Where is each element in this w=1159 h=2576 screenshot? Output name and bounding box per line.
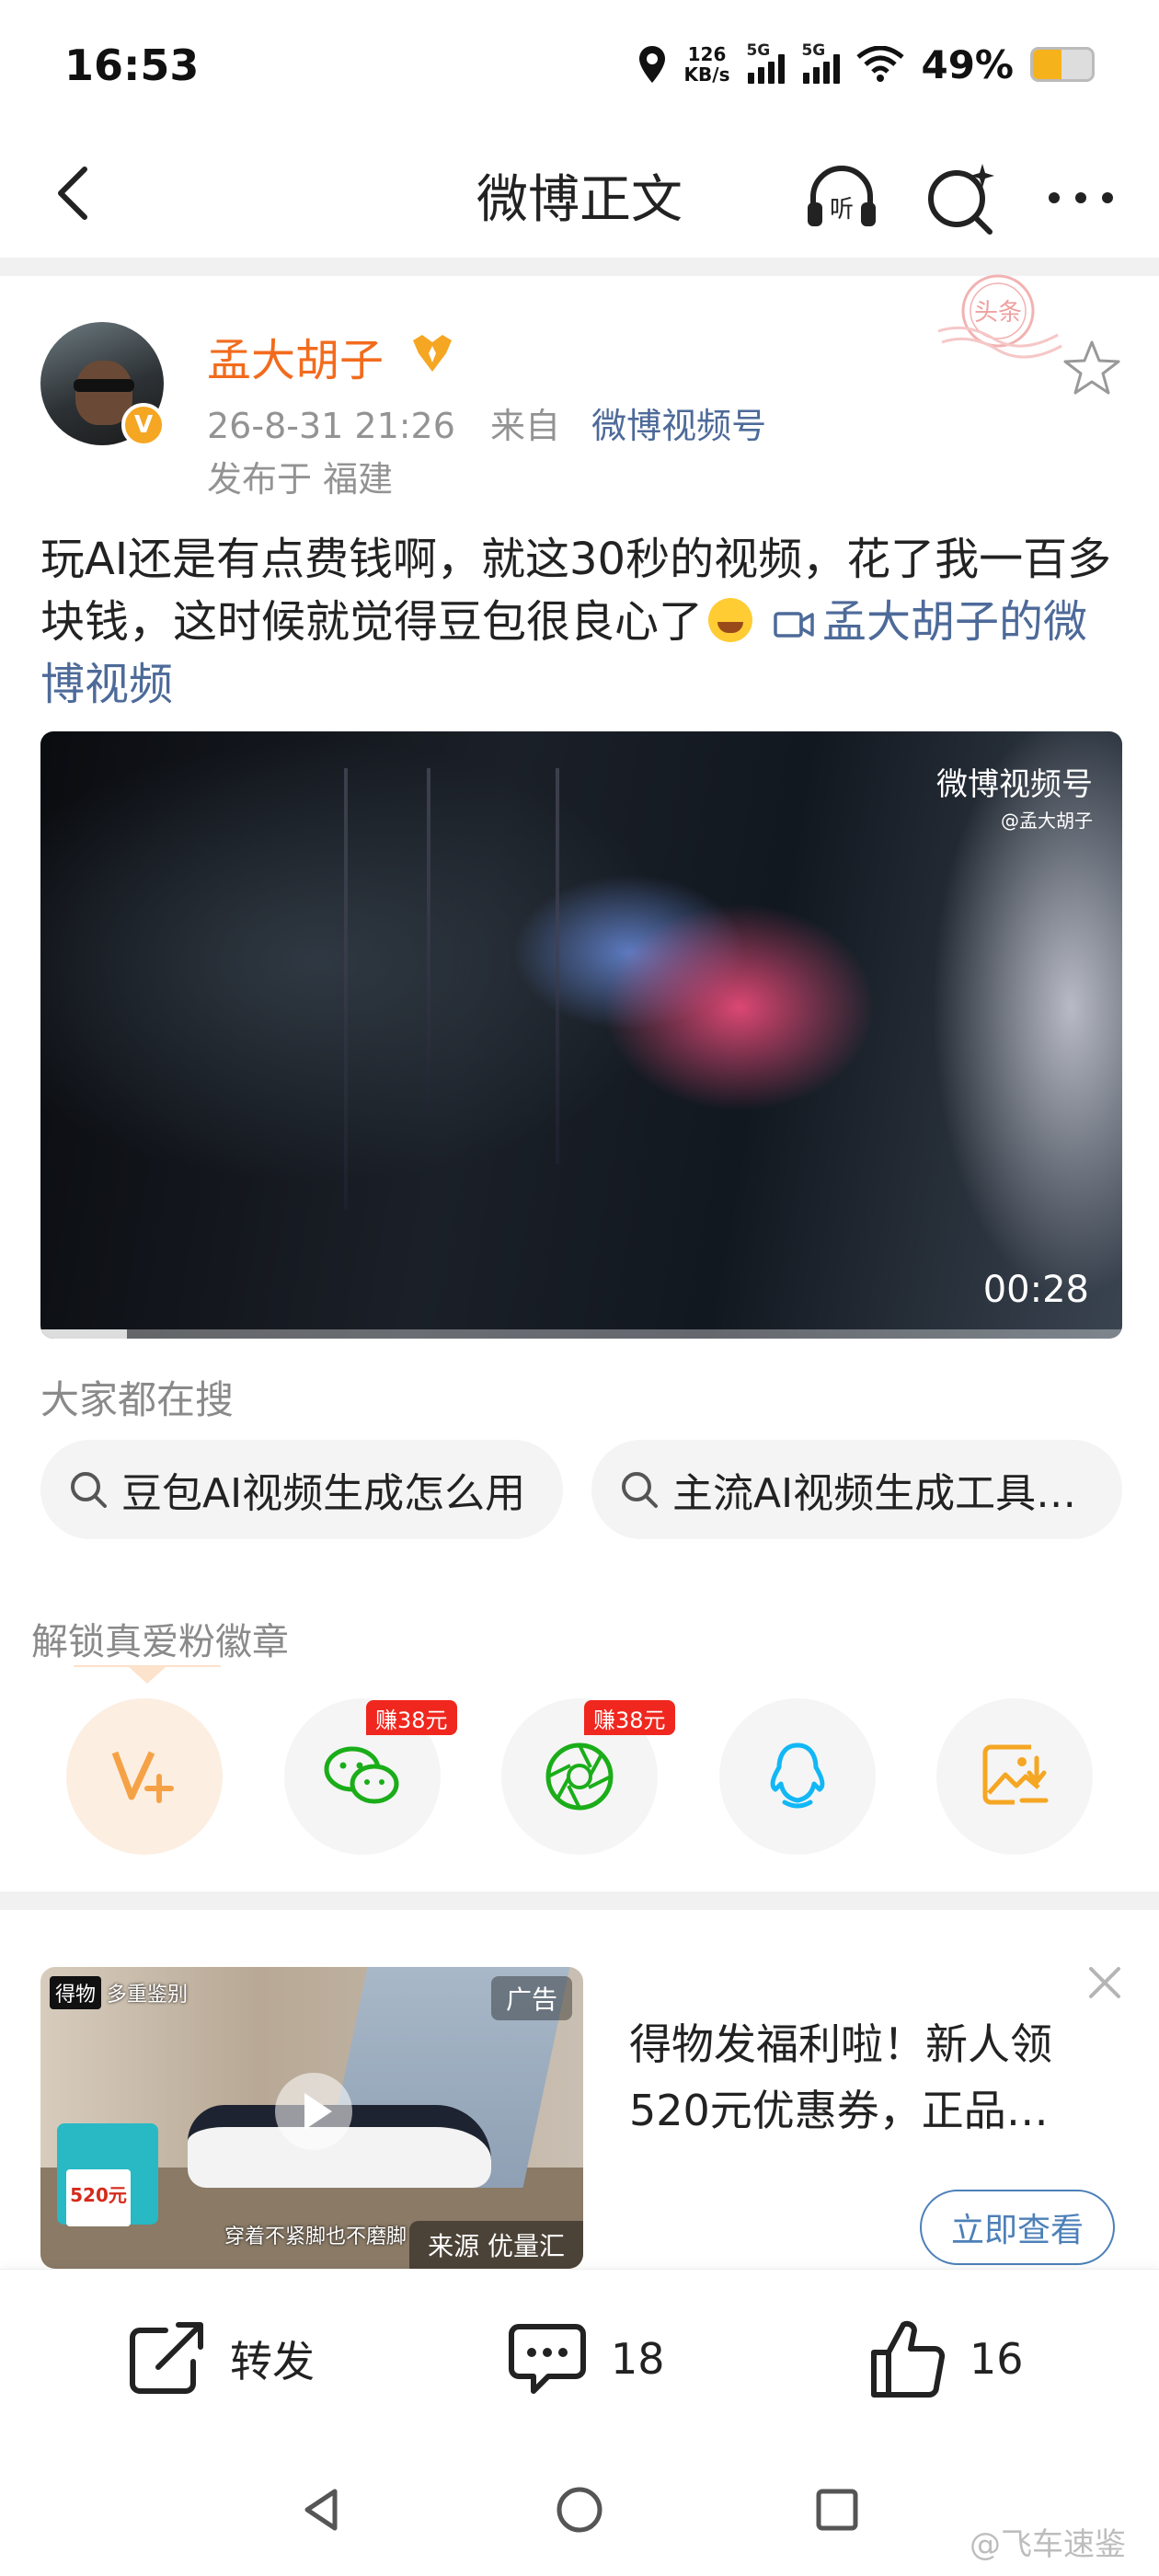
listen-label: 听 [830, 196, 854, 224]
signal-icon: 5G [746, 41, 786, 84]
post-source[interactable]: 微博视频号 [591, 406, 766, 446]
ad-gift-box: 520元 [57, 2123, 158, 2226]
laughing-cry-emoji-icon [708, 598, 753, 642]
rain-streak [556, 768, 559, 1164]
share-qq-button[interactable] [719, 1698, 876, 1855]
comment-button[interactable]: 18 [506, 2317, 665, 2400]
ad-brand: 得物 多重鉴别 [50, 1976, 188, 2009]
verified-badge: V [121, 403, 166, 447]
headline-stamp-icon: 头条 [937, 274, 1062, 359]
rain-streak [344, 768, 348, 1210]
nav-recents-icon[interactable] [809, 2482, 865, 2537]
trending-search-heading: 大家都在搜 [40, 1377, 235, 1422]
battery-fill [1033, 50, 1062, 79]
battery-percent: 49% [921, 41, 1014, 87]
signal-label: 5G [746, 41, 771, 60]
fan-badge-button[interactable] [66, 1698, 223, 1855]
save-image-icon [982, 1744, 1049, 1805]
ad-brand-logo: 得物 [50, 1976, 102, 2009]
video-player[interactable]: 微博视频号 @孟大胡子 00:28 [40, 731, 1122, 1339]
post-datetime: 26-8-31 21:26 [207, 406, 455, 446]
image-watermark: @飞车速鉴 [970, 2526, 1126, 2563]
network-speed-unit: KB/s [683, 63, 730, 86]
search-chip[interactable]: 豆包AI视频生成怎么用 [40, 1440, 563, 1539]
search-chip[interactable]: 主流AI视频生成工具… [591, 1440, 1122, 1539]
search-icon [622, 1472, 658, 1508]
network-speed-value: 126 [687, 43, 727, 65]
nav-bar: 微博正文 听 [0, 138, 1159, 258]
video-watermark: 微博视频号 @孟大胡子 [936, 759, 1093, 833]
ad-tag: 广告 [490, 1976, 572, 2020]
search-sparkle-icon [928, 164, 994, 235]
search-chip-label: 豆包AI视频生成怎么用 [121, 1470, 526, 1517]
repost-button[interactable]: 转发 [125, 2317, 315, 2400]
location-icon [638, 46, 665, 83]
qq-icon [770, 1742, 825, 1809]
nav-actions: 听 [800, 156, 1122, 239]
video-progress-bar[interactable] [40, 1329, 1122, 1339]
username[interactable]: 孟大胡子 [207, 324, 384, 388]
action-bar: 转发 18 16 [0, 2269, 1159, 2444]
comment-icon [509, 2324, 586, 2394]
search-chip-label: 主流AI视频生成工具… [672, 1470, 1077, 1517]
signal-label: 5G [801, 41, 826, 60]
post-location: 发布于 福建 [207, 459, 394, 500]
status-icons: 126 KB/s 5G 5G 49% [637, 37, 1095, 92]
play-icon[interactable] [275, 2073, 352, 2150]
headphones-icon: 听 [808, 166, 876, 226]
post-text: 玩AI还是有点费钱啊，就这30秒的视频，花了我一百多块钱，这时候就觉得豆包很良心… [40, 528, 1126, 716]
video-link-icon[interactable] [773, 607, 815, 640]
ad-source: 来源 优量汇 [409, 2221, 583, 2269]
ad-brand-tagline: 多重鉴别 [107, 1984, 189, 2007]
stamp-text: 头条 [974, 299, 1022, 327]
like-button[interactable]: 16 [865, 2317, 1024, 2400]
save-image-button[interactable] [936, 1698, 1093, 1855]
rain-streak [427, 768, 430, 1118]
earn-tag: 赚38元 [366, 1700, 457, 1735]
nav-home-icon[interactable] [552, 2482, 607, 2537]
more-button[interactable] [1039, 156, 1122, 239]
nav-back-triangle-icon[interactable] [294, 2482, 350, 2537]
medal-icon[interactable] [409, 333, 455, 374]
status-time: 16:53 [64, 40, 200, 90]
favorite-star-icon[interactable] [1060, 337, 1124, 401]
avatar-glasses [74, 379, 134, 392]
battery-icon [1030, 47, 1095, 82]
post-meta: 26-8-31 21:26 来自 微博视频号 [207, 397, 766, 448]
earn-tag: 赚38元 [584, 1700, 675, 1735]
video-watermark-sub: @孟大胡子 [1001, 810, 1093, 832]
listen-button[interactable]: 听 [800, 156, 883, 239]
network-speed: 126 KB/s [684, 44, 730, 85]
search-icon [71, 1472, 107, 1508]
more-icon [1049, 192, 1113, 203]
ad-text[interactable]: 得物发福利啦！新人领520元优惠券，正品… [629, 2011, 1117, 2144]
repost-label: 转发 [230, 2337, 315, 2386]
unlock-badge-heading: 解锁真爱粉徽章 [31, 1621, 289, 1663]
thumbs-up-icon [871, 2320, 946, 2398]
ad-view-button[interactable]: 立即查看 [920, 2190, 1115, 2265]
repost-icon [130, 2322, 203, 2394]
video-watermark-title: 微博视频号 [936, 766, 1093, 803]
ad-box-price: 520元 [66, 2169, 131, 2226]
close-icon[interactable] [1082, 1960, 1128, 2006]
status-bar: 16:53 126 KB/s 5G 5G 49% [0, 0, 1159, 138]
signal-icon: 5G [801, 41, 841, 84]
comment-count: 18 [611, 2334, 665, 2384]
ad-caption: 穿着不紧脚也不磨脚 [224, 2225, 407, 2248]
section-divider [0, 1892, 1159, 1910]
video-duration: 00:28 [982, 1269, 1089, 1311]
moments-aperture-icon [545, 1742, 614, 1811]
search-button[interactable] [920, 156, 1003, 239]
ad-thumbnail[interactable]: 得物 多重鉴别 广告 520元 穿着不紧脚也不磨脚 来源 优量汇 [40, 1967, 583, 2269]
v-plus-icon [111, 1751, 174, 1803]
like-count: 16 [970, 2334, 1024, 2384]
wechat-icon [324, 1746, 399, 1804]
source-prefix: 来自 [490, 406, 561, 446]
wifi-icon [856, 46, 905, 82]
video-progress-fill [40, 1329, 128, 1339]
unlock-pointer [129, 1667, 166, 1684]
